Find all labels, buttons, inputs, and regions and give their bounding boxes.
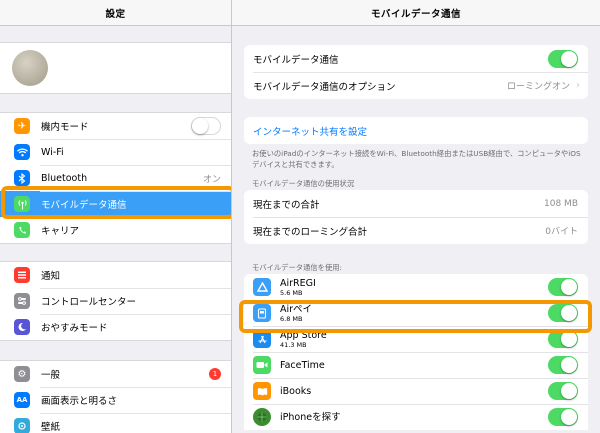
roaming-period-row: 現在までのローミング合計 0バイト: [244, 217, 588, 244]
sidebar-item-label: Wi-Fi: [41, 146, 64, 158]
bluetooth-icon: [14, 170, 30, 186]
app-row-airregi: AirREGI 5.6 MB: [244, 274, 588, 300]
cellular-data-toggle[interactable]: [548, 49, 578, 68]
bluetooth-status: オン: [202, 174, 221, 185]
find-iphone-toggle[interactable]: [548, 408, 578, 426]
sidebar-item-label: コントロールセンター: [41, 297, 137, 308]
hotspot-group: インターネット共有を設定: [244, 117, 588, 144]
usage-header: モバイルデータ通信の使用状況: [252, 179, 355, 188]
find-iphone-icon: [253, 408, 271, 426]
hotspot-row[interactable]: インターネット共有を設定: [244, 117, 588, 144]
current-period-value: 108 MB: [544, 198, 578, 209]
sidebar-nav-bar: 設定: [0, 0, 231, 26]
app-name: iPhoneを探す: [280, 411, 341, 423]
roaming-period-value: 0バイト: [545, 227, 578, 237]
sidebar-title: 設定: [105, 8, 126, 20]
sidebar-item-label: Bluetooth: [41, 172, 88, 184]
ibooks-toggle[interactable]: [548, 382, 578, 400]
connectivity-group: ✈ 機内モード Wi-Fi Bluetooth オン モバイルデータ通信 キャリ…: [0, 112, 231, 244]
app-size: 41.3 MB: [280, 340, 307, 349]
display-icon: AA: [14, 392, 30, 408]
ibooks-icon: [253, 382, 271, 400]
current-period-label: 現在までの合計: [253, 199, 320, 211]
cellular-data-label: モバイルデータ通信: [253, 54, 339, 66]
cellular-options-row[interactable]: モバイルデータ通信のオプション ローミングオン ›: [244, 72, 588, 99]
airregi-toggle[interactable]: [548, 278, 578, 296]
airplane-mode-toggle[interactable]: [191, 117, 221, 135]
airplane-icon: ✈: [14, 118, 30, 134]
gear-icon: ⚙: [14, 366, 30, 382]
avatar: [12, 50, 48, 86]
notifications-icon: [14, 267, 30, 283]
sidebar-item-label: おやすみモード: [41, 323, 108, 334]
roaming-period-label: 現在までのローミング合計: [253, 226, 368, 238]
app-size: 5.6 MB: [280, 288, 303, 297]
moon-icon: [14, 319, 30, 335]
current-period-row: 現在までの合計 108 MB: [244, 190, 588, 217]
sidebar-item-general[interactable]: ⚙ 一般 1: [0, 361, 231, 387]
sidebar-item-label: 画面表示と明るさ: [41, 396, 118, 407]
sidebar-item-airplane-mode[interactable]: ✈ 機内モード: [0, 113, 231, 139]
apps-group: AirREGI 5.6 MB Airペイ 6.8 MB App Store 41…: [244, 274, 588, 430]
hotspot-footnote: お使いのiPadのインターネット接続をWi-Fi、Bluetooth経由またはU…: [252, 149, 581, 169]
wallpaper-icon: [14, 418, 30, 433]
detail-title: モバイルデータ通信: [370, 8, 461, 20]
mobile-data-detail: モバイルデータ通信 モバイルデータ通信 モバイルデータ通信のオプション ローミン…: [232, 0, 600, 433]
notifications-group: 通知 コントロールセンター おやすみモード: [0, 261, 231, 341]
sidebar-item-carrier[interactable]: キャリア: [0, 217, 231, 243]
sidebar-item-do-not-disturb[interactable]: おやすみモード: [0, 314, 231, 340]
sidebar-item-label: キャリア: [41, 226, 80, 237]
app-row-ibooks: iBooks: [244, 378, 588, 404]
airpay-highlight: [239, 300, 592, 333]
mobile-data-highlight: [1, 186, 231, 219]
sidebar-item-label: 通知: [41, 271, 61, 282]
phone-icon: [14, 222, 30, 238]
setup-hotspot-link[interactable]: インターネット共有を設定: [253, 124, 367, 138]
facetime-icon: [253, 356, 271, 374]
sidebar-item-label: 壁紙: [41, 422, 61, 433]
chevron-right-icon: ›: [576, 80, 580, 91]
roaming-status: ローミングオン: [506, 82, 570, 92]
sidebar-item-notifications[interactable]: 通知: [0, 262, 231, 288]
app-name: FaceTime: [280, 359, 325, 371]
sidebar-item-wallpaper[interactable]: 壁紙: [0, 413, 231, 433]
app-name: AirREGI: [280, 277, 316, 289]
sidebar-item-label: 一般: [41, 370, 61, 381]
airregi-icon: [253, 278, 271, 296]
cellular-data-row: モバイルデータ通信: [244, 45, 588, 72]
cellular-options-label: モバイルデータ通信のオプション: [253, 81, 396, 93]
sidebar-item-control-center[interactable]: コントロールセンター: [0, 288, 231, 314]
facetime-toggle[interactable]: [548, 356, 578, 374]
update-badge: 1: [209, 368, 221, 380]
sidebar-item-label: 機内モード: [41, 122, 89, 133]
apps-header: モバイルデータ通信を使用:: [252, 263, 343, 272]
sidebar-item-wifi[interactable]: Wi-Fi: [0, 139, 231, 165]
wifi-icon: [14, 144, 30, 160]
app-name: iBooks: [280, 385, 312, 397]
profile-row[interactable]: [0, 42, 231, 94]
detail-nav-bar: モバイルデータ通信: [232, 0, 600, 26]
cellular-settings-group: モバイルデータ通信 モバイルデータ通信のオプション ローミングオン ›: [244, 45, 588, 99]
settings-sidebar: 設定 ✈ 機内モード Wi-Fi Bluetooth オン モバイルデータ通信 …: [0, 0, 232, 433]
general-group: ⚙ 一般 1 AA 画面表示と明るさ 壁紙: [0, 360, 231, 433]
usage-group: 現在までの合計 108 MB 現在までのローミング合計 0バイト: [244, 190, 588, 244]
sidebar-item-display[interactable]: AA 画面表示と明るさ: [0, 387, 231, 413]
control-center-icon: [14, 293, 30, 309]
app-row-find-iphone: iPhoneを探す: [244, 404, 588, 430]
app-row-facetime: FaceTime: [244, 352, 588, 378]
